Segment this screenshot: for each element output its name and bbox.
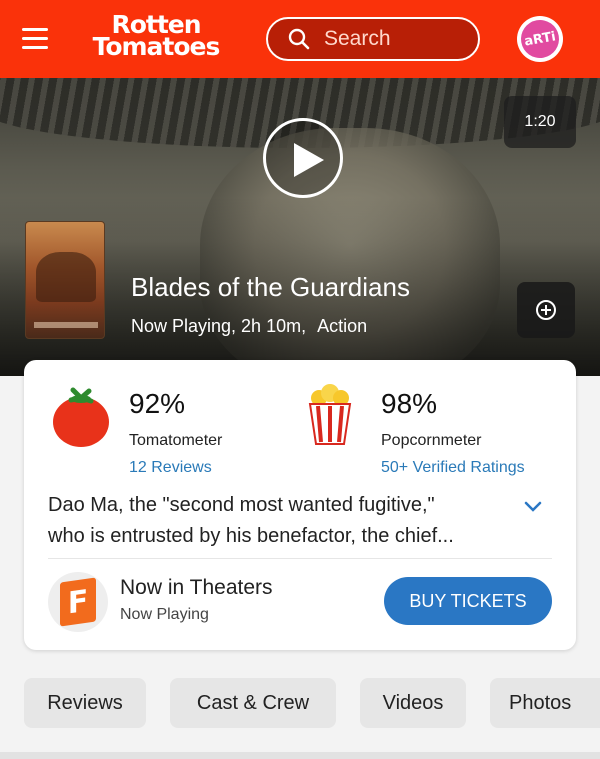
- divider: [48, 558, 552, 559]
- tab-reviews[interactable]: Reviews: [24, 678, 146, 728]
- tab-cast-crew[interactable]: Cast & Crew: [170, 678, 336, 728]
- movie-poster[interactable]: [25, 221, 105, 339]
- rotten-tomatoes-logo[interactable]: Rotten Tomatoes: [76, 12, 236, 61]
- fandango-logo: F: [48, 572, 108, 632]
- plus-circle-icon: [536, 300, 556, 320]
- synopsis-line1: Dao Ma, the "second most wanted fugitive…: [48, 494, 435, 516]
- movie-meta: Now Playing, 2h 10m, Action: [131, 316, 367, 337]
- synopsis-line2: who is entrusted by his benefactor, the …: [48, 525, 454, 547]
- popcornmeter-score: 98%: [381, 388, 438, 419]
- tomatometer-label: Tomatometer: [129, 432, 223, 449]
- now-playing-subtitle: Now Playing: [120, 606, 209, 623]
- movie-title[interactable]: Blades of the Guardians: [131, 272, 410, 303]
- fandango-icon: F: [60, 577, 96, 627]
- top-header: Rotten Tomatoes aRTi: [0, 0, 600, 78]
- popcornmeter-label: Popcornmeter: [381, 432, 482, 449]
- movie-genre: Action: [317, 316, 368, 336]
- movie-status: Now Playing, 2h 10m,: [131, 316, 307, 336]
- tab-photos[interactable]: Photos: [490, 678, 600, 728]
- chevron-down-icon[interactable]: [523, 500, 543, 514]
- play-icon: [294, 143, 324, 177]
- trailer-duration: 1:20: [504, 96, 576, 148]
- popcornmeter-ratings-link[interactable]: 50+ Verified Ratings: [381, 459, 525, 477]
- scores-card: 92% Tomatometer 12 Reviews 98% Popcornme…: [24, 360, 576, 650]
- play-button[interactable]: [263, 118, 343, 198]
- menu-icon[interactable]: [22, 28, 48, 50]
- synopsis[interactable]: Dao Ma, the "second most wanted fugitive…: [48, 490, 508, 552]
- bottom-divider: [0, 752, 600, 759]
- tomatometer-reviews-link[interactable]: 12 Reviews: [129, 459, 212, 477]
- section-tabs: Reviews Cast & Crew Videos Photos: [0, 678, 600, 728]
- now-in-theaters-title: Now in Theaters: [120, 576, 273, 599]
- search-icon: [288, 28, 310, 50]
- tab-videos[interactable]: Videos: [360, 678, 466, 728]
- search-input[interactable]: [324, 27, 464, 51]
- buy-tickets-button[interactable]: BUY TICKETS: [384, 577, 552, 625]
- tomato-icon: [53, 387, 109, 447]
- avatar-text: aRTi: [517, 16, 563, 62]
- user-avatar[interactable]: aRTi: [517, 16, 563, 62]
- tomatometer-score: 92%: [129, 388, 186, 419]
- logo-line2: Tomatoes: [92, 32, 221, 61]
- search-bar[interactable]: [266, 17, 480, 61]
- trailer-hero: 1:20 Blades of the Guardians Now Playing…: [0, 78, 600, 376]
- add-to-watchlist-button[interactable]: [517, 282, 575, 338]
- popcorn-icon: [308, 384, 352, 445]
